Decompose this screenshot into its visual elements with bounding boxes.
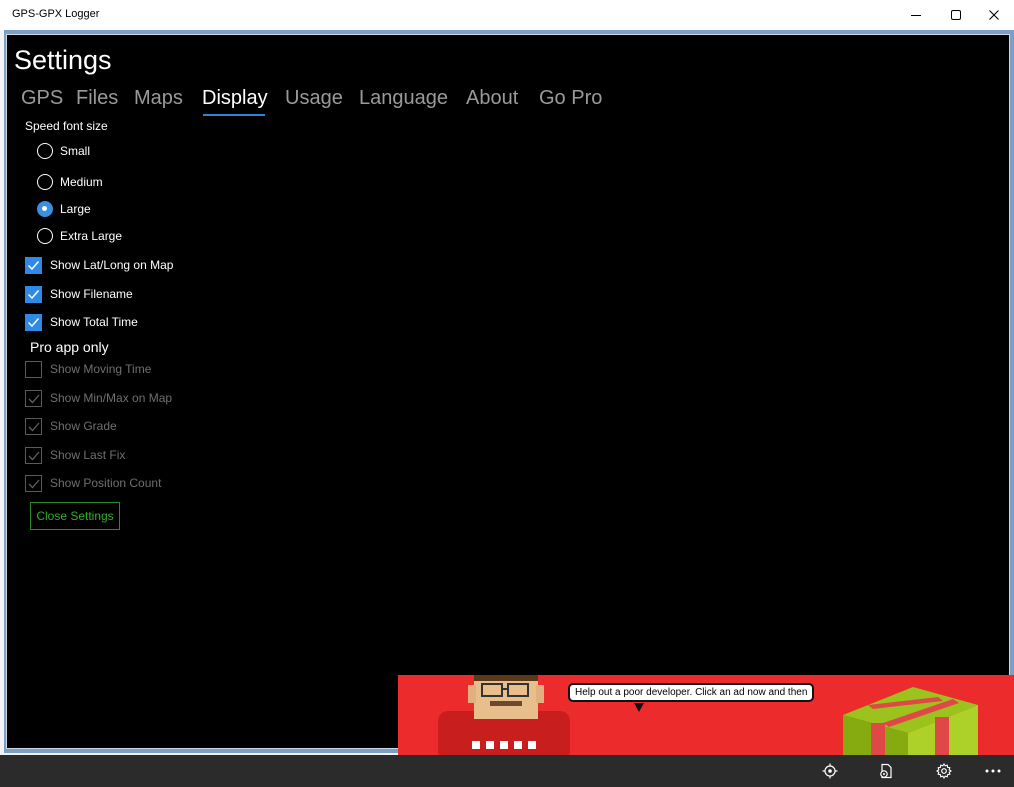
tab-maps[interactable]: Maps [134, 87, 183, 110]
save-file-icon [880, 763, 892, 779]
close-window-button[interactable] [974, 0, 1014, 30]
checkbox-label: Show Last Fix [50, 448, 126, 462]
tab-about[interactable]: About [466, 87, 518, 110]
checkmark-icon [28, 451, 40, 460]
radio-button[interactable] [37, 228, 53, 244]
minimize-icon [911, 15, 921, 16]
checkbox-show-min-max: Show Min/Max on Map [25, 389, 172, 407]
checkbox-show-filename[interactable]: Show Filename [25, 285, 133, 303]
radio-label: Medium [60, 175, 103, 189]
page-title: Settings [14, 45, 112, 75]
tab-usage[interactable]: Usage [285, 87, 343, 110]
radio-label: Small [60, 144, 91, 158]
ad-speech-bubble: Help out a poor developer. Click an ad n… [568, 683, 815, 702]
radio-button[interactable] [37, 174, 53, 190]
checkbox [25, 417, 42, 435]
tab-files[interactable]: Files [76, 87, 118, 110]
bottom-app-bar [0, 755, 1014, 787]
checkmark-icon [28, 394, 40, 403]
checkmark-icon [28, 422, 40, 431]
checkmark-icon [27, 317, 40, 327]
checkbox-label: Show Total Time [50, 315, 138, 329]
ad-banner[interactable]: Help out a poor developer. Click an ad n… [398, 675, 1014, 755]
checkbox [25, 446, 42, 464]
close-icon [989, 10, 999, 20]
checkbox-show-position-count: Show Position Count [25, 474, 161, 492]
checkmark-icon [28, 479, 40, 488]
pro-app-only-label: Pro app only [30, 339, 109, 355]
location-target-icon [822, 763, 838, 779]
checkbox [25, 474, 42, 492]
gear-icon [936, 763, 952, 779]
more-button[interactable] [979, 759, 1007, 783]
title-bar: GPS-GPX Logger [0, 0, 1014, 30]
active-tab-indicator [203, 114, 265, 116]
checkbox-label: Show Lat/Long on Map [50, 258, 174, 272]
checkbox-label: Show Moving Time [50, 362, 152, 376]
checkmark-icon [27, 289, 40, 299]
tab-gps[interactable]: GPS [21, 87, 63, 110]
minimize-button[interactable] [896, 0, 936, 30]
developer-character-image [438, 675, 570, 755]
location-button[interactable] [816, 759, 844, 783]
checkbox-show-last-fix: Show Last Fix [25, 446, 125, 464]
radio-extra-large[interactable]: Extra Large [37, 226, 122, 246]
checkbox [25, 389, 42, 407]
tab-display[interactable]: Display [202, 87, 268, 110]
checkbox-show-total-time[interactable]: Show Total Time [25, 313, 138, 331]
radio-button[interactable] [37, 143, 53, 159]
speech-bubble-tail [634, 703, 644, 712]
tab-go-pro[interactable]: Go Pro [539, 87, 602, 110]
checkbox [25, 360, 42, 378]
checkbox-show-moving-time: Show Moving Time [25, 360, 151, 378]
radio-label: Large [60, 202, 91, 216]
checkmark-icon [27, 260, 40, 270]
close-settings-button[interactable]: Close Settings [30, 502, 120, 530]
speed-font-size-label: Speed font size [25, 119, 108, 133]
checkbox-label: Show Position Count [50, 476, 162, 490]
radio-button-selected[interactable] [37, 201, 53, 217]
radio-label: Extra Large [60, 229, 123, 243]
checkbox[interactable] [25, 285, 42, 303]
tab-language[interactable]: Language [359, 87, 448, 110]
maximize-icon [951, 10, 961, 20]
radio-medium[interactable]: Medium [37, 172, 103, 192]
radio-large[interactable]: Large [37, 199, 91, 219]
checkbox-label: Show Min/Max on Map [50, 391, 173, 405]
radio-small[interactable]: Small [37, 141, 90, 161]
more-icon [985, 769, 1001, 773]
checkbox[interactable] [25, 256, 42, 274]
checkbox-show-grade: Show Grade [25, 417, 117, 435]
gift-box-image [843, 687, 978, 755]
settings-panel: Settings GPS Files Maps Display Usage La… [6, 34, 1010, 749]
settings-button[interactable] [930, 759, 958, 783]
checkbox[interactable] [25, 313, 42, 331]
checkbox-show-lat-long[interactable]: Show Lat/Long on Map [25, 256, 173, 274]
window-title: GPS-GPX Logger [12, 8, 100, 20]
checkbox-label: Show Filename [50, 287, 133, 301]
checkbox-label: Show Grade [50, 419, 117, 433]
save-file-button[interactable] [872, 759, 900, 783]
maximize-button[interactable] [936, 0, 976, 30]
